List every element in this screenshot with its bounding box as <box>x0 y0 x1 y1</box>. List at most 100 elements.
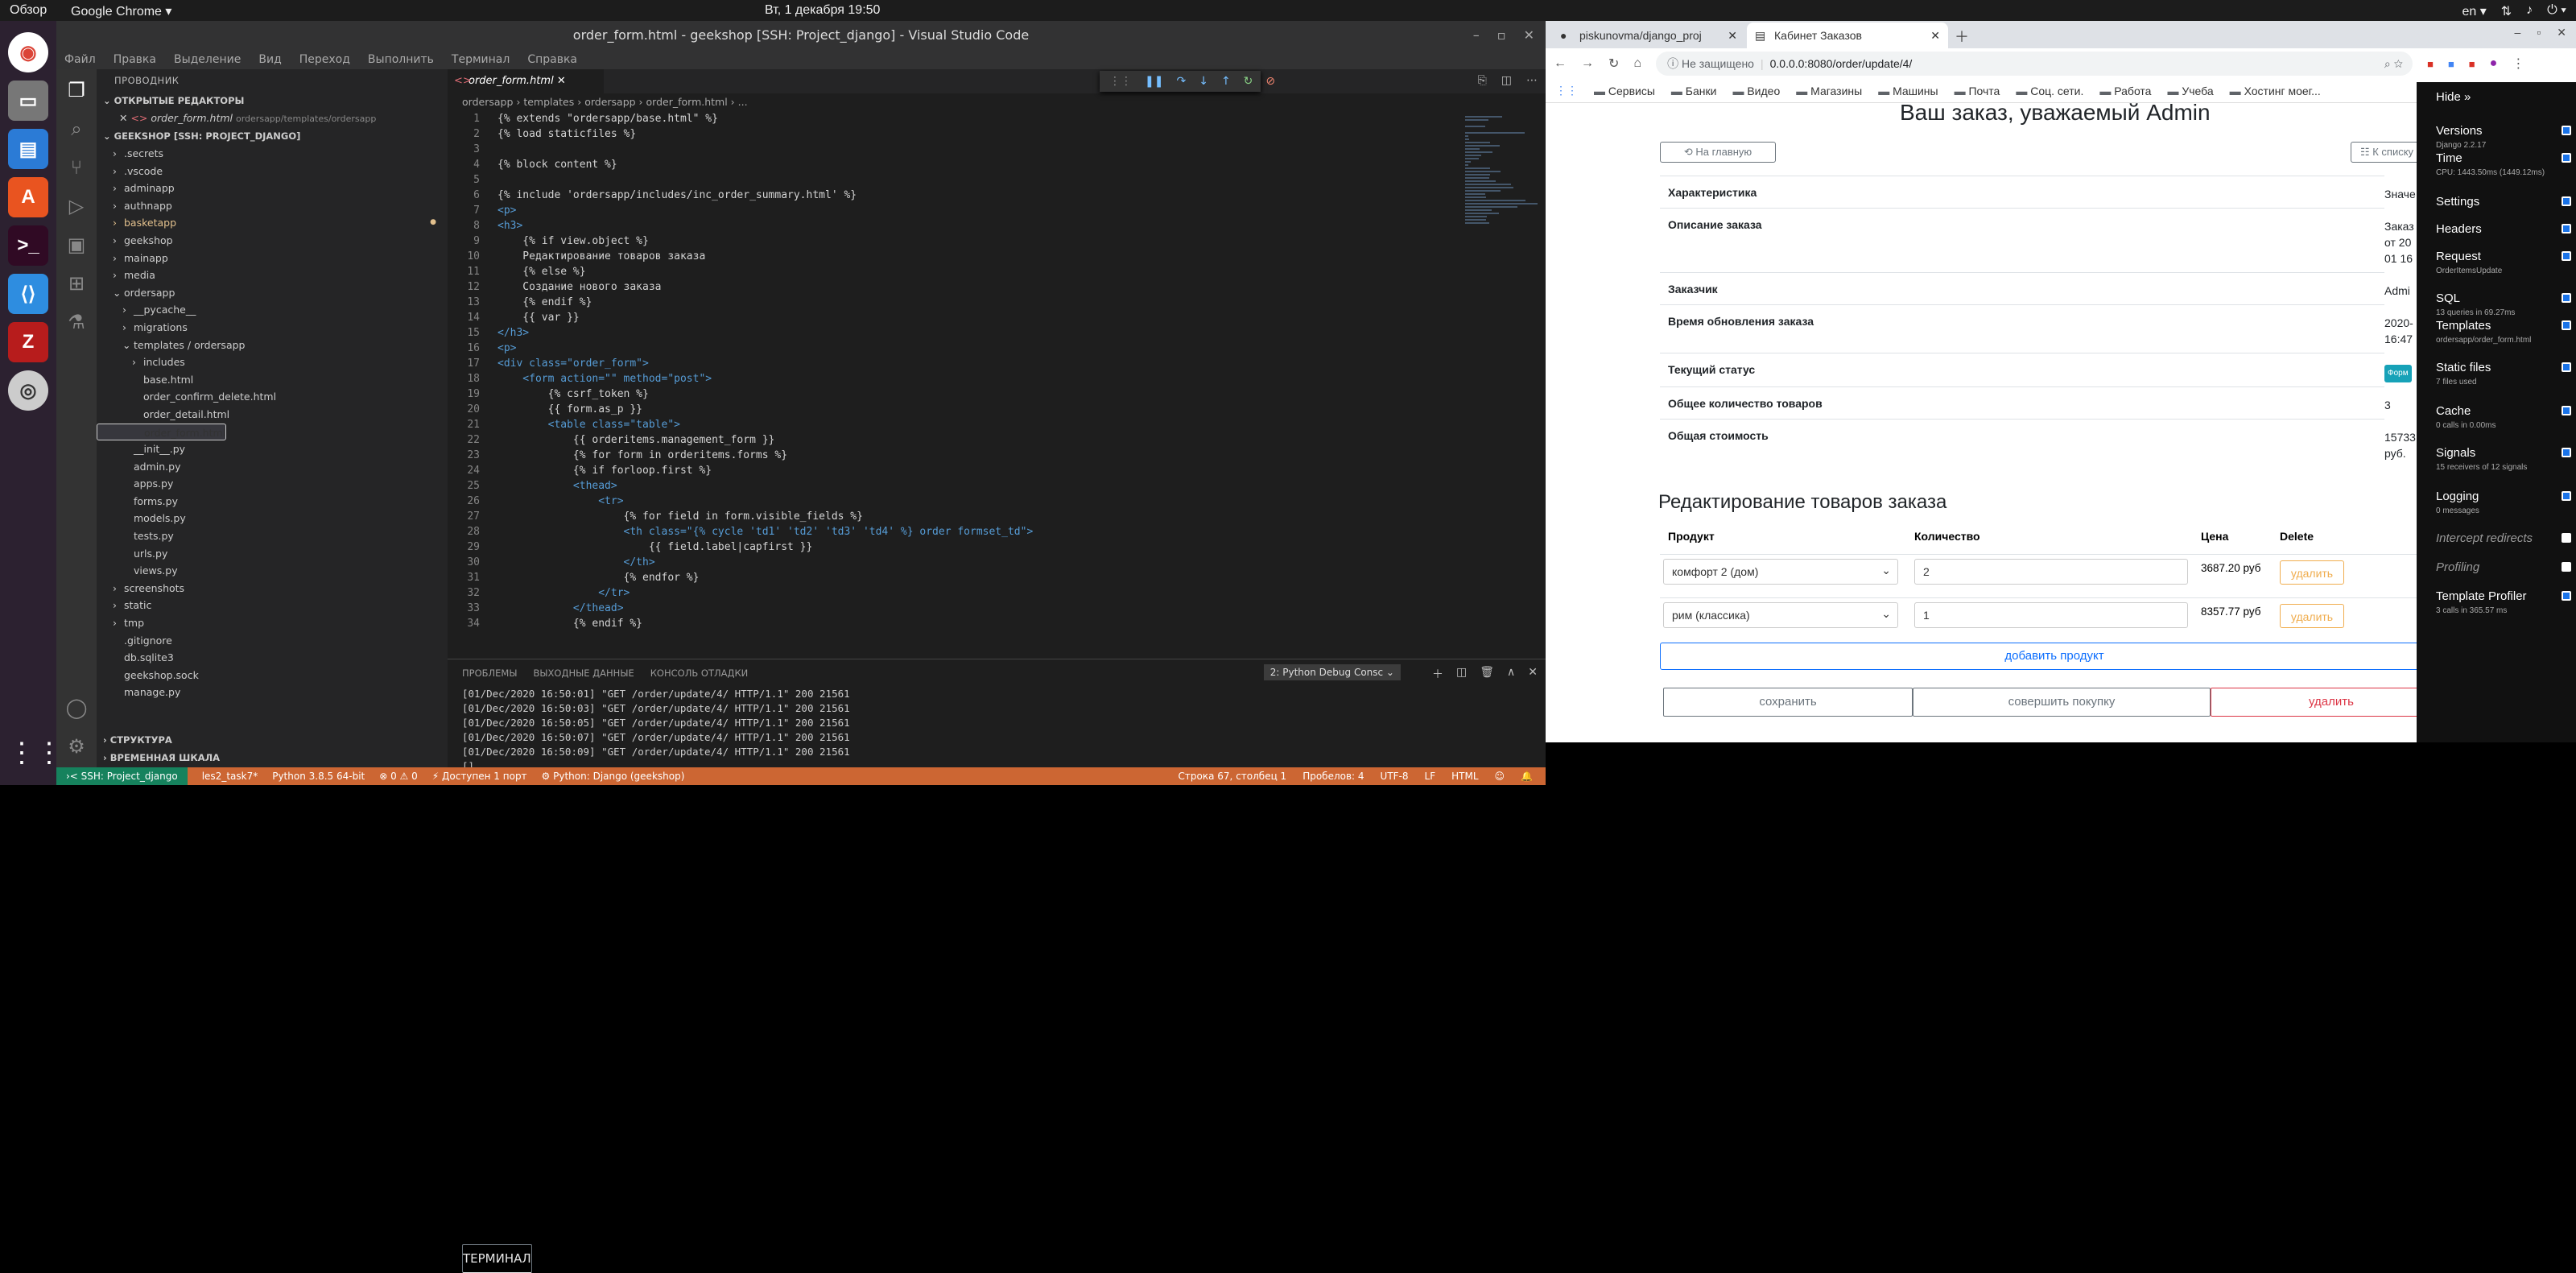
folder-item[interactable]: › tmp <box>97 614 448 632</box>
panel-toggle-checkbox[interactable] <box>2562 224 2571 234</box>
panel-toggle-checkbox[interactable] <box>2562 126 2571 135</box>
kill-terminal-icon[interactable]: 🗑 <box>1480 666 1494 682</box>
new-terminal-icon[interactable]: ＋ <box>1432 666 1443 682</box>
file-item[interactable]: order_confirm_delete.html <box>97 388 448 406</box>
toolbar-panel-link[interactable]: Versions Django 2.2.17 <box>2436 124 2486 150</box>
code-line[interactable]: 30 </th> <box>448 555 1470 570</box>
code-line[interactable]: 21 <table class="table"> <box>448 417 1470 432</box>
timeline-section[interactable]: › ВРЕМЕННАЯ ШКАЛА <box>97 749 220 767</box>
code-line[interactable]: 23 {% for form in orderitems.forms %} <box>448 448 1470 463</box>
back-icon[interactable]: ← <box>1554 56 1567 71</box>
apps-icon[interactable]: ⋮⋮ <box>1555 84 1578 97</box>
code-line[interactable]: 22 {{ orderitems.management_form }} <box>448 432 1470 448</box>
code-line[interactable]: 16 <p> <box>448 341 1470 356</box>
app-grid-icon[interactable]: ⋮⋮ <box>8 737 63 777</box>
breadcrumb[interactable]: ordersapp › templates › ordersapp › orde… <box>448 93 1546 111</box>
product-select[interactable]: рим (классика) ⌄ <box>1663 602 1898 628</box>
writer-icon[interactable]: ▤ <box>8 129 48 169</box>
forwarded-ports[interactable]: ⚡ Доступен 1 порт <box>432 771 527 782</box>
clock[interactable]: Вт, 1 декабря 19:50 <box>765 3 880 18</box>
problems-count[interactable]: ⊗ 0 ⚠ 0 <box>379 771 418 782</box>
close-icon[interactable]: ✕ <box>1524 21 1534 50</box>
restart-icon[interactable]: ↻ <box>1244 75 1253 88</box>
notifications-icon[interactable]: 🔔 <box>1521 771 1533 782</box>
browser-menu-icon[interactable]: ⋮ <box>2512 56 2524 72</box>
code-line[interactable]: 12 Создание нового заказа <box>448 279 1470 295</box>
delete-item-button[interactable]: удалить <box>2280 560 2344 585</box>
drag-handle-icon[interactable]: ⋮⋮ <box>1109 75 1132 88</box>
split-editor-icon[interactable]: ◫ <box>1501 74 1512 87</box>
panel-toggle-checkbox[interactable] <box>2562 491 2571 501</box>
step-into-icon[interactable]: ↓ <box>1199 75 1208 88</box>
bookmark-folder[interactable]: ▬ Работа <box>2099 85 2151 97</box>
testing-icon[interactable]: ⚗ <box>68 311 85 333</box>
file-item[interactable]: order_detail.html <box>97 406 448 424</box>
bookmark-folder[interactable]: ▬ Машины <box>1878 85 1938 97</box>
debug-config[interactable]: ⚙ Python: Django (geekshop) <box>542 771 685 782</box>
menu-item[interactable]: Справка <box>527 53 577 66</box>
project-section[interactable]: ⌄ GEEKSHOP [SSH: PROJECT_DJANGO] <box>97 127 448 145</box>
bookmark-folder[interactable]: ▬ Сервисы <box>1594 85 1655 97</box>
panel-toggle-checkbox[interactable] <box>2562 293 2571 303</box>
folder-item[interactable]: ⌄ ordersapp <box>97 284 448 302</box>
disconnect-icon[interactable]: ⊘ <box>1265 75 1275 88</box>
maximize-panel-icon[interactable]: ∧ <box>1507 666 1515 682</box>
toolbar-panel-link[interactable]: Logging 0 messages <box>2436 490 2479 515</box>
bookmark-folder[interactable]: ▬ Магазины <box>1796 85 1862 97</box>
code-line[interactable]: 13 {% endif %} <box>448 295 1470 310</box>
code-line[interactable]: 8 <h3> <box>448 218 1470 234</box>
panel-toggle-checkbox[interactable] <box>2562 153 2571 163</box>
file-item[interactable]: forms.py <box>97 493 448 510</box>
folder-item[interactable]: › __pycache__ <box>97 301 448 319</box>
minimap[interactable] <box>1465 114 1538 243</box>
file-item[interactable]: models.py <box>97 510 448 527</box>
file-item[interactable]: __init__.py <box>97 440 448 458</box>
open-editors-section[interactable]: ⌄ ОТКРЫТЫЕ РЕДАКТОРЫ <box>97 92 448 110</box>
bookmark-folder[interactable]: ▬ Видео <box>1732 85 1780 97</box>
toolbar-panel-link[interactable]: Profiling <box>2436 560 2479 574</box>
home-icon[interactable]: ⌂ <box>1633 56 1641 71</box>
code-line[interactable]: 34 {% endif %} <box>448 616 1470 631</box>
folder-item[interactable]: › .secrets <box>97 145 448 163</box>
bookmark-folder[interactable]: ▬ Банки <box>1671 85 1717 97</box>
quantity-input[interactable]: 2 <box>1914 559 2188 585</box>
disc-icon[interactable]: ◎ <box>8 370 48 411</box>
folder-item[interactable]: › adminapp <box>97 180 448 197</box>
code-line[interactable]: 15 </h3> <box>448 325 1470 341</box>
encoding[interactable]: UTF-8 <box>1381 771 1409 782</box>
file-item[interactable]: db.sqlite3 <box>97 649 448 667</box>
terminal-icon[interactable]: >_ <box>8 225 48 266</box>
quantity-input[interactable]: 1 <box>1914 602 2188 628</box>
home-button[interactable]: ⟲ На главную <box>1660 142 1776 163</box>
file-item[interactable]: tests.py <box>97 527 448 545</box>
code-line[interactable]: 1 {% extends "ordersapp/base.html" %} <box>448 111 1470 126</box>
folder-item[interactable]: › authnapp <box>97 197 448 215</box>
extensions-icon[interactable]: ⊞ <box>68 272 85 295</box>
network-icon[interactable]: ⇅ <box>2501 3 2512 19</box>
reload-icon[interactable]: ↻ <box>1608 56 1619 72</box>
panel-toggle-checkbox[interactable] <box>2562 320 2571 330</box>
terminal-selector[interactable]: 2: Python Debug Consc ⌄ <box>1263 664 1401 680</box>
code-line[interactable]: 28 <th class="{% cycle 'td1' 'td2' 'td3'… <box>448 524 1470 539</box>
language-mode[interactable]: HTML <box>1451 771 1478 782</box>
folder-item[interactable]: › .vscode <box>97 163 448 180</box>
delete-item-button[interactable]: удалить <box>2280 604 2344 628</box>
menu-item[interactable]: Правка <box>114 53 156 66</box>
file-item[interactable]: .gitignore <box>97 632 448 650</box>
terminal-output[interactable]: [01/Dec/2020 16:50:01] "GET /order/updat… <box>448 687 1546 774</box>
step-over-icon[interactable]: ↷ <box>1176 75 1186 88</box>
language-indicator[interactable]: en ▾ <box>2462 3 2486 19</box>
open-editor-item[interactable]: ✕ <> order_form.html ordersapp/templates… <box>97 110 448 127</box>
toolbar-panel-link[interactable]: Signals 15 receivers of 12 signals <box>2436 446 2527 472</box>
menu-item[interactable]: Файл <box>64 53 96 66</box>
feedback-icon[interactable]: ☺ <box>1495 771 1505 782</box>
extension-icon[interactable]: ■ <box>2469 58 2475 70</box>
code-line[interactable]: 9 {% if view.object %} <box>448 234 1470 249</box>
product-select[interactable]: комфорт 2 (дом) ⌄ <box>1663 559 1898 585</box>
toolbar-panel-link[interactable]: Intercept redirects <box>2436 531 2533 545</box>
extension-icon[interactable]: ■ <box>2427 58 2434 70</box>
file-item[interactable]: views.py <box>97 562 448 580</box>
code-line[interactable]: 19 {% csrf_token %} <box>448 386 1470 402</box>
panel-tab[interactable]: ТЕРМИНАЛ <box>462 1244 532 1273</box>
minimize-icon[interactable]: – <box>2515 26 2521 39</box>
